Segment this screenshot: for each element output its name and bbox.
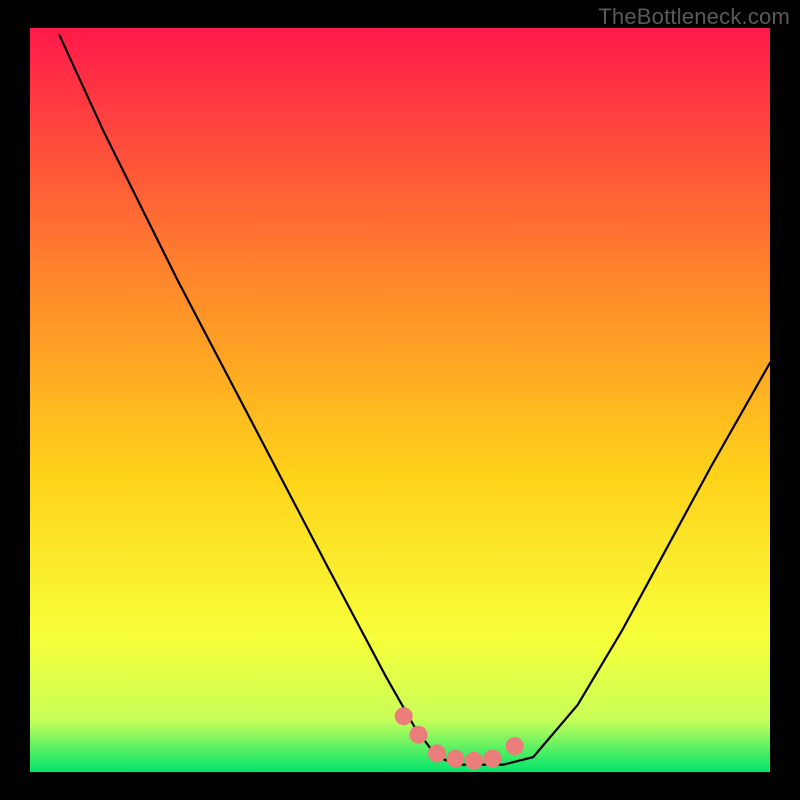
optimal-marker	[395, 707, 413, 725]
watermark-text: TheBottleneck.com	[598, 4, 790, 30]
chart-frame: TheBottleneck.com	[0, 0, 800, 800]
optimal-marker	[428, 744, 446, 762]
optimal-marker	[447, 750, 465, 768]
optimal-marker	[410, 726, 428, 744]
bottleneck-chart	[0, 0, 800, 800]
optimal-marker	[465, 752, 483, 770]
optimal-marker	[484, 750, 502, 768]
optimal-marker	[506, 737, 524, 755]
plot-background	[30, 28, 770, 772]
